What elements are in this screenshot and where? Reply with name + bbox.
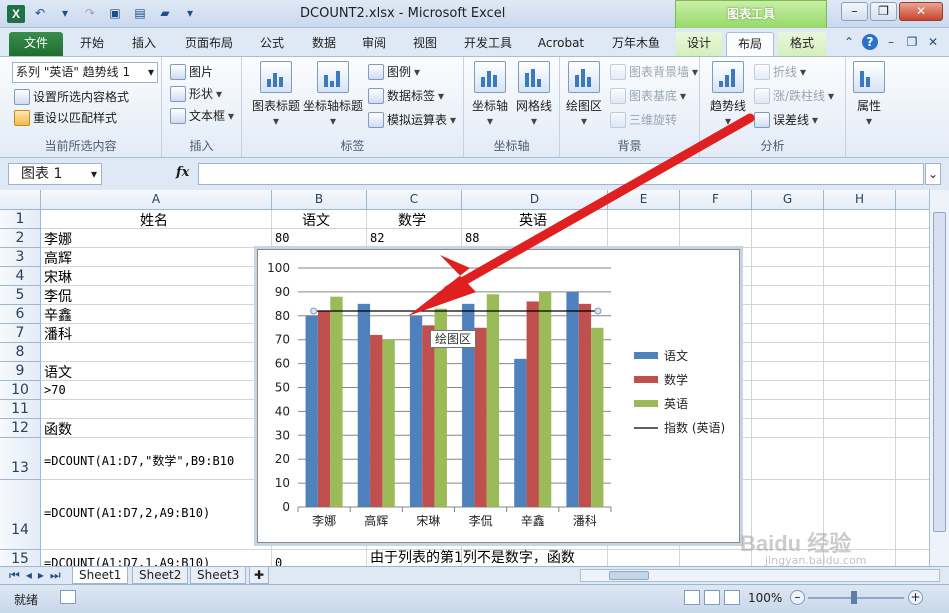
horizontal-scroll-thumb[interactable] xyxy=(609,571,649,580)
sheet-tab-bar: ⏮ ◂ ▸ ⏭ Sheet1 Sheet2 Sheet3 ✚ xyxy=(0,566,949,584)
plot-area-tooltip: 绘图区 xyxy=(430,330,477,348)
first-sheet-icon[interactable]: ⏮ xyxy=(9,568,20,583)
status-bar: 就绪 100% – + xyxy=(0,584,949,613)
normal-view-icon[interactable] xyxy=(684,590,700,605)
page-break-view-icon[interactable] xyxy=(724,590,740,605)
annotation-arrow-shaft xyxy=(443,113,755,295)
status-ready: 就绪 xyxy=(14,593,39,607)
last-sheet-icon[interactable]: ⏭ xyxy=(50,568,61,583)
prev-sheet-icon[interactable]: ◂ xyxy=(26,568,32,583)
view-buttons xyxy=(684,590,740,605)
annotation-arrow-head xyxy=(408,255,476,316)
sheet-tab-sheet2[interactable]: Sheet2 xyxy=(132,567,189,584)
zoom-out-icon[interactable]: – xyxy=(790,590,805,605)
insert-sheet-icon[interactable]: ✚ xyxy=(249,567,270,584)
baidu-watermark-url: jingyan.baidu.com xyxy=(765,554,867,567)
macro-record-icon[interactable] xyxy=(60,590,76,604)
zoom-in-icon[interactable]: + xyxy=(908,590,923,605)
sheet-nav-buttons: ⏮ ◂ ▸ ⏭ xyxy=(9,568,61,583)
page-layout-view-icon[interactable] xyxy=(704,590,720,605)
zoom-level[interactable]: 100% xyxy=(748,591,782,605)
sheet-tab-sheet3[interactable]: Sheet3 xyxy=(190,567,247,584)
annotation-arrow xyxy=(408,113,755,316)
vertical-scrollbar[interactable] xyxy=(929,190,949,566)
vertical-scroll-thumb[interactable] xyxy=(933,212,946,532)
sheet-tab-sheet1[interactable]: Sheet1 xyxy=(72,567,129,584)
next-sheet-icon[interactable]: ▸ xyxy=(38,568,44,583)
zoom-slider-thumb[interactable] xyxy=(851,591,857,604)
horizontal-scrollbar[interactable] xyxy=(580,569,940,582)
